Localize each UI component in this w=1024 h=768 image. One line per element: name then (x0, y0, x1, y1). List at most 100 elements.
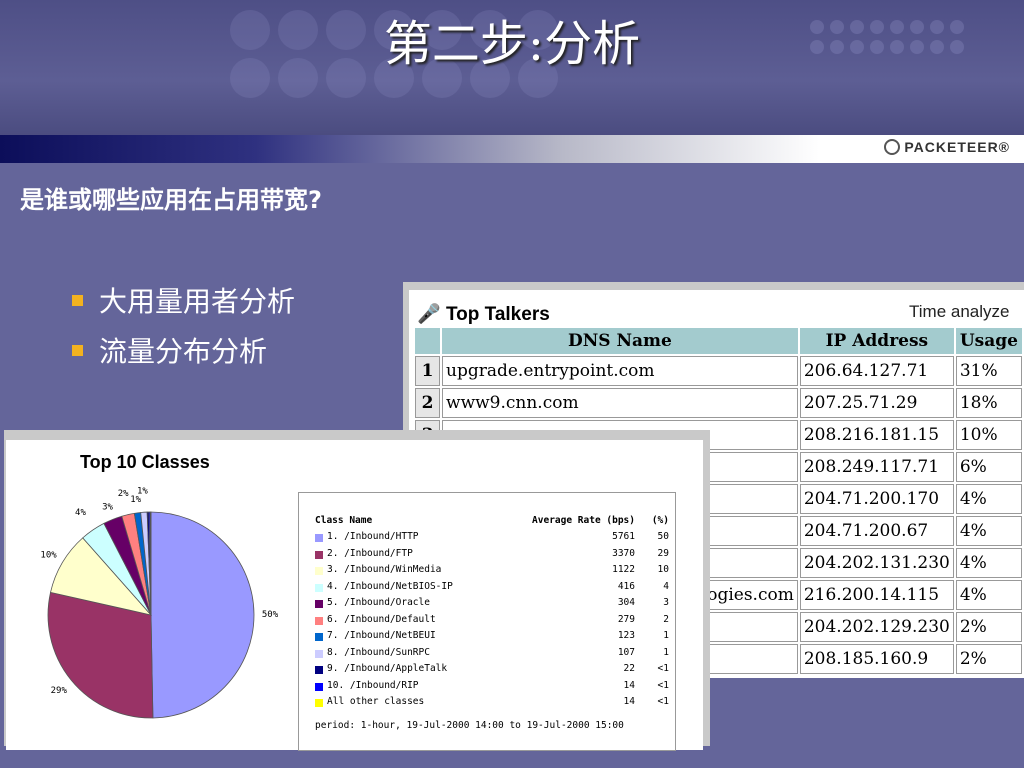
legend-item: 9. /Inbound/AppleTalk 22 <1 (315, 663, 669, 679)
cell-ip: 204.71.200.67 (799, 516, 954, 546)
question-heading: 是谁或哪些应用在占用带宽? (20, 186, 322, 214)
microphone-icon: 🎤 (417, 304, 441, 325)
cell-ip: 208.249.117.71 (799, 452, 954, 482)
cell-ip: 204.71.200.170 (799, 484, 954, 514)
bullet-icon (72, 294, 83, 306)
bullet-list: 大用量用者分析 流量分布分析 (72, 280, 295, 380)
legend-item: 7. /Inbound/NetBEUI 123 1 (315, 630, 669, 646)
legend-percent: 3 (663, 597, 669, 608)
legend-swatch (315, 600, 323, 608)
cell-num: 1 (415, 356, 441, 386)
cell-usage: 31% (955, 356, 1022, 386)
pie-label: 29% (51, 686, 68, 696)
pie-slice (150, 511, 255, 719)
table-row: 1 upgrade.entrypoint.com 206.64.127.71 31% (415, 356, 1022, 386)
pie-label: 1% (137, 486, 148, 496)
legend-class-name: 2. /Inbound/FTP (327, 547, 413, 559)
legend-percent: 2 (663, 613, 669, 625)
legend-class-name: 8. /Inbound/SunRPC (327, 646, 430, 658)
class-legend: Class Name Average Rate (bps) (%) period… (298, 492, 676, 751)
top-classes-panel: Top 10 Classes 50% 29% 10% 4% 3% 2% 1% 1% Class… (4, 430, 710, 751)
legend-class-name: 7. /Inbound/NetBEUI (327, 630, 436, 641)
column-header-ip: IP Address (799, 328, 954, 354)
legend-percent: <1 (657, 679, 669, 691)
cell-ip: 204.202.131.230 (799, 548, 954, 578)
legend-swatch (315, 666, 323, 674)
legend-swatch (315, 567, 323, 575)
top-talkers-title: 🎤 Top Talkers (417, 304, 550, 325)
legend-item: 10. /Inbound/RIP 14 <1 (315, 680, 669, 696)
logo-icon (884, 139, 901, 155)
legend-rate: 14 (623, 696, 635, 707)
cell-usage: 18% (955, 388, 1022, 418)
legend-swatch (315, 633, 323, 641)
legend-item: 5. /Inbound/Oracle 304 3 (315, 597, 669, 613)
pie-label: 50% (262, 610, 279, 620)
cell-usage: 6% (955, 452, 1022, 482)
cell-dns: www9.cnn.com (442, 388, 798, 418)
cell-ip: 206.64.127.71 (799, 356, 954, 386)
pie-label: 3% (102, 502, 113, 512)
legend-rate: 1122 (612, 564, 635, 575)
legend-rate: 107 (617, 646, 635, 658)
legend-class-name: 5. /Inbound/Oracle (327, 597, 430, 608)
class-pie-chart: 50%29%10%4%3%2%1%1% (40, 486, 279, 719)
cell-ip: 207.25.71.29 (799, 388, 954, 418)
legend-class-name: 4. /Inbound/NetBIOS-IP (327, 580, 453, 592)
legend-percent: 29 (657, 547, 669, 559)
logo-text: PACKETEER® (904, 139, 1010, 155)
legend-rate: 14 (623, 679, 635, 691)
legend-swatch (315, 583, 323, 592)
legend-percent: 1 (663, 630, 669, 641)
legend-item: All other classes 14 <1 (315, 696, 669, 712)
legend-swatch (315, 699, 323, 707)
legend-percent: 1 (663, 646, 669, 658)
cell-usage: 4% (955, 484, 1022, 514)
period-text: period: 1-hour, 19-Jul-2000 14:00 to 19-… (315, 720, 624, 731)
legend-rate: 416 (617, 580, 635, 592)
column-header-dns: DNS Name (442, 328, 798, 354)
bullet-item: 大用量用者分析 (72, 280, 295, 320)
legend-class-name: 1. /Inbound/HTTP (327, 531, 419, 542)
cell-usage: 10% (955, 420, 1022, 450)
cell-dns: upgrade.entrypoint.com (442, 356, 798, 386)
cell-num: 2 (415, 388, 441, 418)
pie-label: 2% (118, 489, 129, 499)
cell-usage: 2% (955, 644, 1022, 674)
legend-item: 2. /Inbound/FTP 3370 29 (315, 548, 669, 564)
legend-header-pct: (%) (651, 515, 669, 526)
legend-swatch (315, 550, 323, 559)
pie-label: 1% (130, 495, 141, 505)
slide-title: 第二步:分析 (383, 16, 641, 72)
legend-item: 8. /Inbound/SunRPC 107 1 (315, 647, 669, 663)
legend-rate: 304 (617, 597, 635, 608)
legend-header-name: Class Name (315, 515, 373, 526)
cell-usage: 2% (955, 612, 1022, 642)
legend-rate: 5761 (612, 531, 635, 542)
legend-swatch (315, 534, 323, 542)
legend-rate: 22 (623, 663, 635, 674)
legend-percent: 4 (663, 580, 669, 592)
bullet-icon (72, 344, 83, 356)
slide-header: 第二步:分析 (0, 0, 1024, 135)
legend-header-rate: Average Rate (bps) (532, 515, 635, 526)
header-bar (0, 135, 1024, 163)
cell-ip: 204.202.129.230 (799, 612, 954, 642)
legend-class-name: All other classes (327, 696, 425, 707)
legend-item: 1. /Inbound/HTTP 5761 50 (315, 531, 669, 547)
time-analyze-label: Time analyze (909, 302, 1010, 321)
pie-label: 10% (40, 550, 57, 560)
legend-class-name: 9. /Inbound/AppleTalk (327, 663, 448, 674)
legend-percent: 50 (657, 531, 669, 542)
cell-usage: 4% (955, 548, 1022, 578)
legend-percent: 10 (657, 564, 669, 575)
legend-percent: <1 (657, 696, 669, 707)
legend-swatch (315, 616, 323, 625)
legend-percent: <1 (657, 663, 669, 674)
bullet-item: 流量分布分析 (72, 330, 295, 370)
legend-class-name: 10. /Inbound/RIP (327, 679, 419, 691)
cell-usage: 4% (955, 580, 1022, 610)
legend-item: 6. /Inbound/Default 279 2 (315, 614, 669, 630)
pie-label: 4% (75, 508, 86, 518)
cell-ip: 208.216.181.15 (799, 420, 954, 450)
